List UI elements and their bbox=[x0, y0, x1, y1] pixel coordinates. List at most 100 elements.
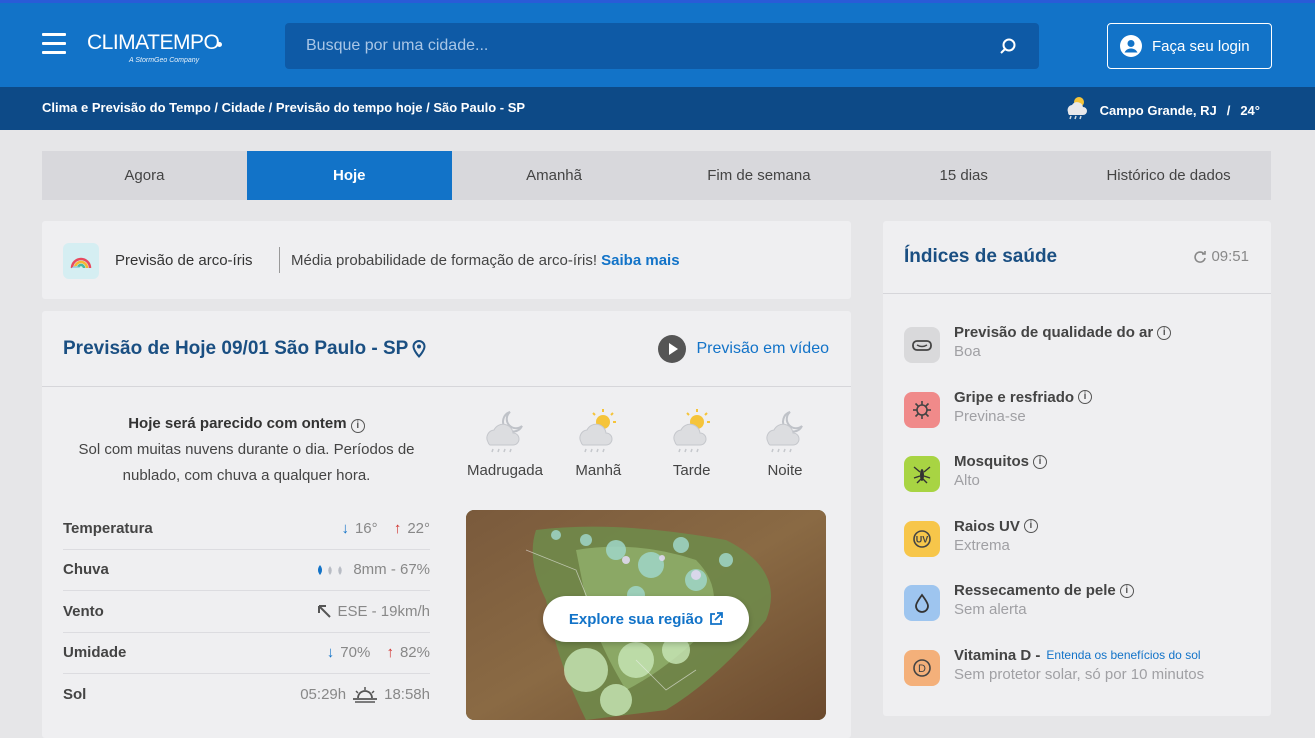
health-item-vitamin-d[interactable]: D Vitamina D - Entenda os benefícios do s… bbox=[904, 647, 1264, 712]
stat-label: Temperatura bbox=[63, 519, 153, 537]
temp-max: 22° bbox=[407, 519, 430, 537]
sunset-time: 18:58h bbox=[384, 686, 430, 704]
stat-chuva: Chuva 8mm - 67% bbox=[63, 550, 430, 591]
login-label: Faça seu login bbox=[1152, 37, 1250, 55]
health-item-name: Ressecamento de pele i bbox=[954, 582, 1134, 599]
search-box[interactable] bbox=[285, 23, 1039, 69]
breadcrumb-bar: Clima e Previsão do Tempo / Cidade / Pre… bbox=[0, 87, 1315, 130]
climatempo-logo[interactable]: CLIMATEMPO A StormGeo Company bbox=[87, 31, 223, 64]
health-item-air-quality[interactable]: Previsão de qualidade do ar i Boa bbox=[904, 324, 1264, 389]
period-noite: Noite bbox=[740, 406, 830, 479]
tab-amanha[interactable]: Amanhã bbox=[452, 151, 657, 200]
explore-region-label: Explore sua região bbox=[568, 610, 704, 628]
tab-historico[interactable]: Histórico de dados bbox=[1066, 151, 1271, 200]
stat-value: ESE - 19km/h bbox=[317, 603, 430, 620]
info-icon[interactable]: i bbox=[1119, 583, 1134, 598]
tab-fim-de-semana[interactable]: Fim de semana bbox=[656, 151, 861, 200]
rainbow-description: Média probabilidade de formação de arco-… bbox=[291, 252, 680, 269]
tab-15-dias[interactable]: 15 dias bbox=[861, 151, 1066, 200]
play-icon bbox=[658, 335, 687, 363]
breadcrumb-item[interactable]: Previsão do tempo hoje bbox=[276, 100, 423, 115]
user-icon bbox=[1120, 35, 1142, 57]
logo-text: CLIMATEMPO bbox=[87, 31, 220, 54]
rain-drops-icon bbox=[318, 564, 343, 575]
vitamin-d-link[interactable]: Entenda os benefícios do sol bbox=[1046, 648, 1200, 662]
divider bbox=[42, 386, 851, 387]
health-item-name-text: Previsão de qualidade do ar bbox=[954, 324, 1154, 341]
stat-vento: Vento ESE - 19km/h bbox=[63, 591, 430, 633]
stat-value: ↓ 70% ↑ 82% bbox=[327, 644, 430, 661]
breadcrumb-separator: / bbox=[210, 100, 222, 115]
arrow-down-icon: ↓ bbox=[326, 644, 335, 662]
period-tarde: Tarde bbox=[647, 406, 737, 479]
forecast-stats: Temperatura ↓ 16° ↑ 22° Chuva 8mm - 67% Ve… bbox=[63, 508, 430, 716]
login-button[interactable]: Faça seu login bbox=[1107, 23, 1272, 69]
top-header: CLIMATEMPO A StormGeo Company Faça seu l… bbox=[0, 0, 1315, 87]
health-item-flu[interactable]: Gripe e resfriado i Previna-se bbox=[904, 389, 1264, 454]
explore-region-button[interactable]: Explore sua região bbox=[543, 596, 749, 642]
temp-min: 16° bbox=[354, 519, 378, 537]
update-time-text: 09:51 bbox=[1211, 248, 1249, 265]
health-item-name: Mosquitos i bbox=[954, 453, 1047, 470]
search-input[interactable] bbox=[285, 23, 1039, 69]
arrow-up-icon: ↑ bbox=[393, 519, 402, 537]
info-icon[interactable]: i bbox=[1033, 454, 1047, 469]
info-icon[interactable]: i bbox=[1078, 390, 1093, 405]
health-item-name: Gripe e resfriado i bbox=[954, 388, 1093, 406]
sun-cloud-rain-icon bbox=[673, 409, 710, 453]
day-periods: Madrugada Manhã Tarde Noite bbox=[460, 406, 830, 479]
health-item-name-text: Ressecamento de pele bbox=[954, 582, 1116, 600]
current-location-weather[interactable]: Campo Grande, RJ / 24° bbox=[1062, 97, 1260, 120]
period-tabs: Agora Hoje Amanhã Fim de semana 15 dias … bbox=[42, 151, 1271, 200]
rain-value: 8mm - 67% bbox=[353, 561, 430, 579]
tab-agora[interactable]: Agora bbox=[42, 151, 247, 200]
mosquito-icon bbox=[904, 456, 940, 493]
rainbow-forecast-card: Previsão de arco-íris Média probabilidad… bbox=[42, 221, 851, 299]
divider bbox=[279, 247, 280, 273]
period-label: Tarde bbox=[672, 462, 711, 479]
stat-umidade: Umidade ↓ 70% ↑ 82% bbox=[63, 633, 430, 674]
health-item-name-text: Mosquitos bbox=[954, 453, 1029, 471]
rainbow-title: Previsão de arco-íris bbox=[115, 252, 253, 269]
breadcrumb: Clima e Previsão do Tempo / Cidade / Pre… bbox=[42, 100, 525, 115]
info-icon[interactable]: i bbox=[1157, 325, 1172, 340]
breadcrumb-separator: / bbox=[422, 100, 434, 115]
breadcrumb-item[interactable]: Clima e Previsão do Tempo bbox=[42, 100, 211, 115]
rainbow-icon bbox=[63, 243, 99, 279]
period-manha: Manhã bbox=[553, 406, 643, 479]
health-indices-card: Índices de saúde 09:51 Previsão de quali… bbox=[883, 221, 1271, 716]
video-label: Previsão em vídeo bbox=[696, 340, 829, 357]
update-time[interactable]: 09:51 bbox=[1193, 248, 1249, 265]
period-label: Madrugada bbox=[467, 462, 543, 479]
health-item-name-text: Raios UV bbox=[954, 517, 1020, 535]
logo-subtitle: A StormGeo Company bbox=[129, 57, 200, 64]
forecast-title: Previsão de Hoje 09/01 São Paulo - SP bbox=[63, 338, 426, 360]
virus-icon bbox=[904, 391, 940, 428]
forecast-title-text: Previsão de Hoje 09/01 São Paulo - SP bbox=[63, 338, 409, 359]
wind-value: ESE - 19km/h bbox=[337, 602, 430, 620]
sunrise-icon bbox=[353, 686, 378, 703]
stat-value: 8mm - 67% bbox=[315, 561, 430, 578]
video-forecast-link[interactable]: Previsão em vídeo bbox=[658, 335, 829, 363]
info-icon[interactable]: i bbox=[350, 419, 365, 433]
breadcrumb-item[interactable]: Cidade bbox=[222, 100, 265, 115]
health-item-mosquitos[interactable]: Mosquitos i Alto bbox=[904, 453, 1264, 518]
location-separator: / bbox=[1226, 102, 1231, 118]
tab-hoje[interactable]: Hoje bbox=[246, 151, 452, 200]
health-item-name-text: Vitamina D - bbox=[954, 646, 1041, 664]
health-item-name-text: Gripe e resfriado bbox=[954, 388, 1075, 406]
stat-label: Vento bbox=[63, 602, 104, 620]
saiba-mais-link[interactable]: Saiba mais bbox=[601, 252, 679, 269]
stat-value: ↓ 16° ↑ 22° bbox=[341, 520, 430, 537]
health-item-skin[interactable]: Ressecamento de pele i Sem alerta bbox=[904, 582, 1264, 647]
search-icon[interactable] bbox=[999, 37, 1017, 55]
moon-cloud-rain-icon bbox=[486, 411, 523, 453]
health-item-uv[interactable]: UV Raios UV i Extrema bbox=[904, 518, 1264, 583]
drop-icon bbox=[904, 585, 940, 622]
menu-icon[interactable] bbox=[42, 33, 66, 55]
satellite-map[interactable]: Explore sua região bbox=[466, 510, 826, 720]
arrow-up-icon: ↑ bbox=[386, 644, 394, 662]
info-icon[interactable]: i bbox=[1023, 519, 1038, 534]
health-item-value: Previna-se bbox=[954, 407, 1026, 425]
location-pin-icon bbox=[412, 340, 426, 358]
